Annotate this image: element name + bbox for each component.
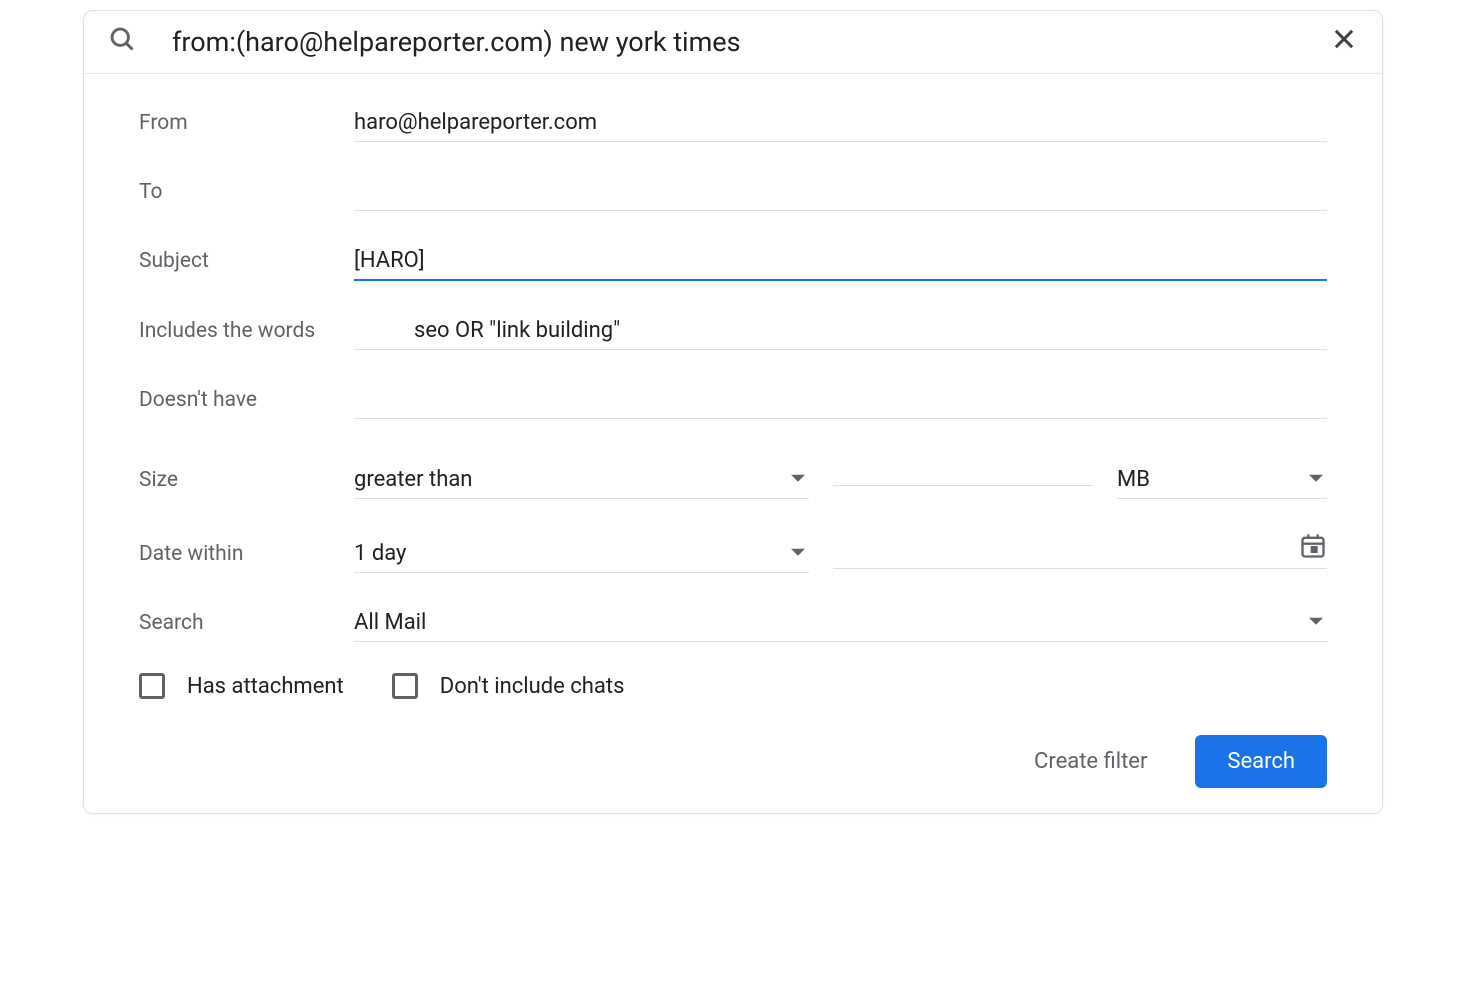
create-filter-button[interactable]: Create filter bbox=[1026, 737, 1155, 786]
date-range-select[interactable]: 1 day bbox=[354, 535, 809, 573]
size-row: Size greater than MB bbox=[139, 450, 1327, 499]
to-label: To bbox=[139, 180, 354, 204]
checkbox-icon bbox=[139, 673, 165, 699]
advanced-filter-panel: From To Subject Includes the words Doesn bbox=[84, 74, 1382, 813]
size-value-input[interactable] bbox=[833, 450, 1093, 486]
doesnt-have-label: Doesn't have bbox=[139, 388, 354, 412]
to-input[interactable] bbox=[354, 173, 1327, 211]
checkbox-row: Has attachment Don't include chats bbox=[139, 673, 1327, 699]
calendar-icon[interactable] bbox=[1299, 532, 1327, 566]
date-range-value: 1 day bbox=[354, 541, 406, 566]
chevron-down-icon bbox=[1309, 610, 1323, 635]
size-comparator-select[interactable]: greater than bbox=[354, 461, 809, 499]
button-row: Create filter Search bbox=[139, 735, 1327, 788]
size-unit-value: MB bbox=[1117, 467, 1150, 492]
subject-input[interactable] bbox=[354, 242, 1327, 281]
size-label: Size bbox=[139, 468, 354, 492]
chevron-down-icon bbox=[791, 467, 805, 492]
search-button[interactable]: Search bbox=[1195, 735, 1327, 788]
has-attachment-label: Has attachment bbox=[187, 674, 344, 699]
subject-row: Subject bbox=[139, 242, 1327, 281]
checkbox-icon bbox=[392, 673, 418, 699]
search-bar bbox=[84, 11, 1382, 74]
search-input[interactable] bbox=[172, 26, 1294, 58]
doesnt-have-input[interactable] bbox=[354, 381, 1327, 419]
from-input[interactable] bbox=[354, 104, 1327, 142]
no-chats-checkbox[interactable]: Don't include chats bbox=[392, 673, 625, 699]
chevron-down-icon bbox=[791, 541, 805, 566]
no-chats-label: Don't include chats bbox=[440, 674, 625, 699]
search-filter-panel: From To Subject Includes the words Doesn bbox=[83, 10, 1383, 814]
date-row: Date within 1 day bbox=[139, 530, 1327, 573]
chevron-down-icon bbox=[1309, 467, 1323, 492]
from-label: From bbox=[139, 111, 354, 135]
includes-row: Includes the words bbox=[139, 312, 1327, 350]
search-scope-select[interactable]: All Mail bbox=[354, 604, 1327, 642]
to-row: To bbox=[139, 173, 1327, 211]
search-scope-row: Search All Mail bbox=[139, 604, 1327, 642]
date-label: Date within bbox=[139, 542, 354, 566]
search-scope-label: Search bbox=[139, 611, 354, 635]
date-picker-input[interactable] bbox=[833, 530, 1327, 569]
size-comparator-value: greater than bbox=[354, 467, 472, 492]
includes-input[interactable] bbox=[354, 312, 1327, 350]
search-scope-value: All Mail bbox=[354, 610, 426, 635]
doesnt-have-row: Doesn't have bbox=[139, 381, 1327, 419]
size-unit-select[interactable]: MB bbox=[1117, 461, 1327, 499]
search-icon bbox=[108, 25, 136, 59]
close-icon[interactable] bbox=[1330, 25, 1358, 59]
subject-label: Subject bbox=[139, 249, 354, 273]
from-row: From bbox=[139, 104, 1327, 142]
has-attachment-checkbox[interactable]: Has attachment bbox=[139, 673, 344, 699]
